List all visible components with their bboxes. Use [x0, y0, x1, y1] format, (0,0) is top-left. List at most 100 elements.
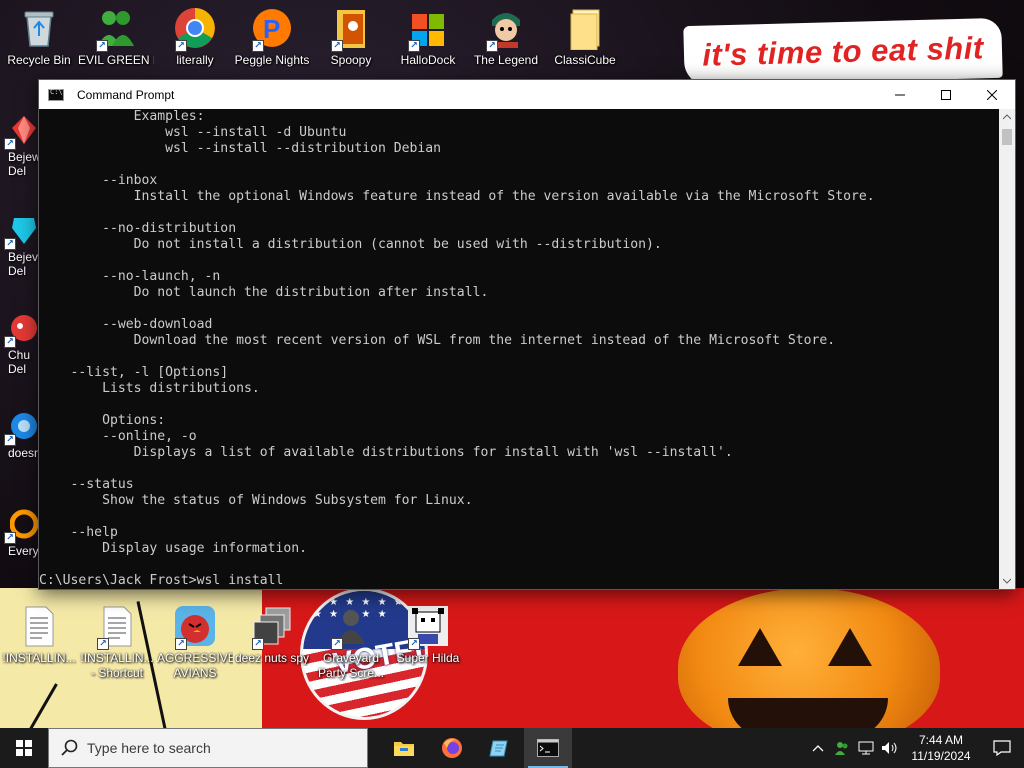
folder-icon	[563, 6, 607, 51]
notepad-icon	[489, 740, 508, 757]
console-line: --no-launch, -n	[39, 269, 221, 284]
taskbar-file-explorer[interactable]	[380, 728, 428, 768]
scroll-thumb[interactable]	[1002, 129, 1012, 145]
icon-label: Bejev	[8, 250, 38, 264]
desktop-icon-the-legend[interactable]: ↗ The Legend	[468, 0, 544, 68]
icon-label: deez nuts spy	[234, 651, 310, 665]
minimize-icon	[895, 94, 905, 95]
desktop-icon-bejeweled[interactable]: ↗ Bejew Del	[0, 112, 38, 178]
shortcut-arrow-icon: ↗	[175, 40, 187, 52]
desktop-icon-spoopy[interactable]: ↗ Spoopy	[313, 0, 389, 68]
shortcut-arrow-icon: ↗	[96, 40, 108, 52]
shortcut-arrow-icon: ↗	[97, 638, 109, 650]
console-line: --web-download	[39, 317, 213, 332]
icon-label: The Legend	[473, 53, 539, 67]
pumpkin-eye	[828, 628, 872, 666]
chevron-down-icon	[1003, 578, 1011, 584]
window-titlebar[interactable]: Command Prompt	[39, 80, 1015, 109]
console-line: C:\Users\Jack Frost>wsl install	[39, 573, 284, 588]
shortcut-arrow-icon: ↗	[408, 638, 420, 650]
console-line: Displays a list of available distributio…	[39, 445, 733, 460]
taskbar-firefox[interactable]	[428, 728, 476, 768]
command-prompt-window[interactable]: Command Prompt Examples: wsl --install -…	[38, 79, 1016, 590]
console-line: Options:	[39, 413, 166, 428]
start-button[interactable]	[0, 728, 48, 768]
icon-label: HalloDock	[400, 53, 456, 67]
windows-logo-icon: ↗	[406, 6, 450, 52]
search-input[interactable]	[87, 740, 347, 756]
shortcut-arrow-icon: ↗	[4, 532, 16, 544]
icon-label: Chu	[8, 348, 31, 362]
shortcut-arrow-icon: ↗	[175, 638, 187, 650]
orange-app-icon: ↗	[4, 508, 38, 544]
scroll-down-button[interactable]	[999, 573, 1015, 589]
command-prompt-icon	[48, 88, 64, 101]
angry-bird-icon: ↗	[173, 604, 217, 650]
chuzzle-icon: ↗	[4, 312, 38, 348]
action-center-button[interactable]	[980, 728, 1024, 768]
system-tray: 7:44 AM 11/19/2024	[806, 728, 1024, 768]
people-tray-button[interactable]	[830, 728, 854, 768]
legend-character-icon: ↗	[484, 6, 528, 52]
desktop-icon-chuzzle[interactable]: ↗ Chu Del	[0, 310, 38, 376]
svg-text:P: P	[263, 14, 280, 44]
desktop-icon-graveyard-party[interactable]: ↗ Graveyard Party Scre...	[313, 598, 389, 681]
network-button[interactable]	[854, 728, 878, 768]
show-hidden-icons-button[interactable]	[806, 728, 830, 768]
spoopy-folder-icon: ↗	[329, 6, 373, 52]
desktop-icon-installing[interactable]: !INSTALLIN...	[1, 598, 77, 666]
desktop-icon-recycle-bin[interactable]: Recycle Bin	[1, 0, 77, 68]
console-line: --status	[39, 477, 134, 492]
clock-time: 7:44 AM	[918, 733, 964, 747]
icon-label: Del	[8, 264, 27, 278]
desktop-icon-classicube[interactable]: ClassiCube	[547, 0, 623, 68]
taskbar-clock[interactable]: 7:44 AM 11/19/2024	[902, 732, 980, 764]
minimize-button[interactable]	[877, 80, 923, 109]
desktop-icon-super-hilda[interactable]: ↗ Super Hilda	[390, 598, 466, 666]
taskbar-notepad[interactable]	[476, 728, 524, 768]
desktop-icon-doesn[interactable]: ↗ doesn	[0, 408, 38, 460]
meme-caption-text: it's time to eat shit	[701, 30, 985, 73]
icon-label: Every	[8, 544, 38, 558]
desktop-icon-hallodock[interactable]: ↗ HalloDock	[390, 0, 466, 68]
clock-date: 11/19/2024	[911, 749, 971, 763]
close-button[interactable]	[969, 80, 1015, 109]
icon-label: AGGRESSIVE	[157, 651, 233, 665]
vertical-scrollbar[interactable]	[999, 109, 1015, 589]
volume-icon	[882, 742, 897, 754]
icon-label: Bejew	[8, 150, 38, 164]
desktop-icon-bejeweled-2[interactable]: ↗ Bejev Del	[0, 212, 38, 278]
desktop-icon-installing-shortcut[interactable]: ↗ !INSTALLIN... - Shortcut	[79, 598, 155, 681]
taskbar-command-prompt[interactable]	[524, 728, 572, 768]
chrome-icon: ↗	[173, 6, 217, 52]
text-document-shortcut-icon: ↗	[95, 604, 139, 650]
shortcut-arrow-icon: ↗	[408, 40, 420, 52]
taskbar-search[interactable]	[48, 728, 368, 768]
volume-button[interactable]	[878, 728, 902, 768]
desktop-icon-peggle-nights[interactable]: P ↗ Peggle Nights	[234, 0, 310, 68]
desktop-icon-evil-green-men[interactable]: ↗ EVIL GREEN MEN CO	[78, 0, 154, 68]
shortcut-arrow-icon: ↗	[4, 336, 16, 348]
desktop-icon-aggressive-avians[interactable]: ↗ AGGRESSIVE AVIANS	[157, 598, 233, 681]
icon-label: Party Scre...	[317, 666, 385, 680]
console-line: Install the optional Windows feature ins…	[39, 189, 875, 204]
blue-app-icon: ↗	[4, 410, 38, 446]
maximize-button[interactable]	[923, 80, 969, 109]
console-line: Do not launch the distribution after ins…	[39, 285, 489, 300]
console-output[interactable]: Examples: wsl --install -d Ubuntu wsl --…	[39, 109, 1000, 589]
scroll-up-button[interactable]	[999, 109, 1015, 125]
console-line: Display usage information.	[39, 541, 308, 556]
desktop-icon-every[interactable]: ↗ Every	[0, 506, 38, 558]
desktop-icon-deez-nuts-spy[interactable]: ↗ deez nuts spy	[234, 598, 310, 666]
text-document-icon	[17, 604, 61, 648]
desktop-icon-literally[interactable]: ↗ literally	[157, 0, 233, 68]
shortcut-arrow-icon: ↗	[4, 138, 16, 150]
shortcut-arrow-icon: ↗	[331, 638, 343, 650]
pumpkin-eye	[738, 628, 782, 666]
recycle-bin-icon	[17, 6, 61, 50]
windows-start-icon	[16, 740, 32, 756]
console-line: Show the status of Windows Subsystem for…	[39, 493, 473, 508]
